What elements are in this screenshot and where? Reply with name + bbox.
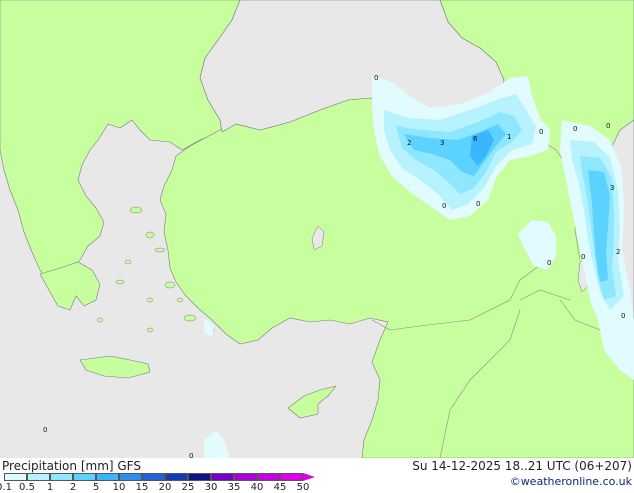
value-label: 0 xyxy=(573,125,577,133)
colorbar-label: 1 xyxy=(46,482,54,493)
value-label: 0 xyxy=(43,426,47,434)
colorbar-label: 0.5 xyxy=(19,482,35,493)
colorbar-label: 15 xyxy=(135,482,149,493)
colorbar-segment xyxy=(4,473,27,481)
colorbar-label: 10 xyxy=(112,482,126,493)
colorbar-segment xyxy=(142,473,165,481)
value-label: 0 xyxy=(442,202,446,210)
colorbar-label: 35 xyxy=(227,482,241,493)
value-label: 0 xyxy=(539,128,543,136)
weather-map-page: 0 2 3 6 1 0 0 0 0 0 3 0 2 0 0 0 0 Precip… xyxy=(0,0,634,493)
colorbar-segment xyxy=(27,473,50,481)
precipitation-map: 0 2 3 6 1 0 0 0 0 0 3 0 2 0 0 0 0 xyxy=(0,0,634,458)
value-label: 6 xyxy=(473,135,478,143)
value-label: 0 xyxy=(374,74,378,82)
colorbar-label: 0.1 xyxy=(0,482,12,493)
colorbar-label: 25 xyxy=(181,482,195,493)
colorbar-label: 20 xyxy=(158,482,172,493)
colorbar-label: 5 xyxy=(92,482,100,493)
colorbar-segment xyxy=(96,473,119,481)
value-label: 0 xyxy=(547,259,551,267)
map-footer: Precipitation [mm] GFS Su 14-12-2025 18.… xyxy=(0,458,634,493)
colorbar-label: 45 xyxy=(273,482,287,493)
colorbar-segment xyxy=(165,473,188,481)
colorbar-segment xyxy=(119,473,142,481)
colorbar-arrow xyxy=(303,473,315,481)
colorbar-label: 2 xyxy=(69,482,77,493)
colorbar-label: 50 xyxy=(296,482,310,493)
value-label: 0 xyxy=(581,253,585,261)
value-label: 2 xyxy=(616,248,620,256)
map-title: Precipitation [mm] GFS xyxy=(2,459,141,473)
credit-link[interactable]: ©weatheronline.co.uk xyxy=(510,475,632,488)
colorbar-segment xyxy=(257,473,280,481)
colorbar-segment xyxy=(211,473,234,481)
valid-time: Su 14-12-2025 18..21 UTC (06+207) xyxy=(412,459,632,473)
colorbar-label: 40 xyxy=(250,482,264,493)
colorbar-segment xyxy=(188,473,211,481)
colorbar-label: 30 xyxy=(204,482,218,493)
value-label: 3 xyxy=(440,139,444,147)
colorbar-segment xyxy=(280,473,303,481)
value-label: 0 xyxy=(476,200,480,208)
value-label: 3 xyxy=(610,184,614,192)
value-label: 2 xyxy=(407,139,411,147)
colorbar-segment xyxy=(73,473,96,481)
colorbar-segment xyxy=(234,473,257,481)
value-label: 0 xyxy=(606,122,610,130)
value-label: 1 xyxy=(507,133,511,141)
value-label: 0 xyxy=(621,312,625,320)
colorbar-segment xyxy=(50,473,73,481)
